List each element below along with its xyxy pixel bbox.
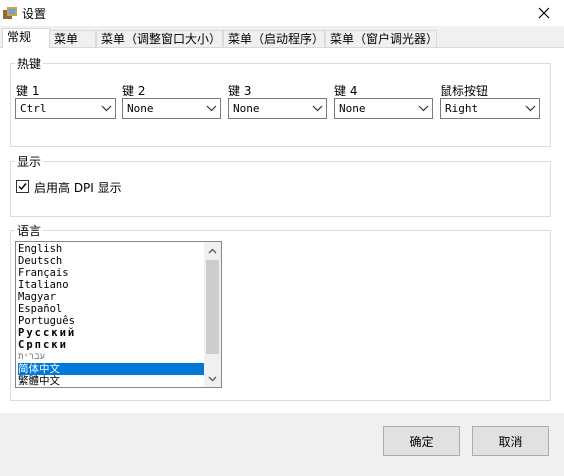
list-item-selected[interactable]: 简体中文 — [18, 363, 204, 375]
hotkeys-group-label: 热键 — [15, 55, 44, 72]
key1-label: 键 1 — [16, 84, 40, 98]
window-title: 设置 — [22, 7, 47, 21]
list-item[interactable]: Русский — [18, 327, 204, 339]
key1-value: Ctrl — [20, 102, 47, 115]
key2-value: None — [127, 102, 154, 115]
language-group-label: 语言 — [15, 222, 44, 239]
list-item[interactable]: Português — [18, 315, 204, 327]
list-item[interactable]: Magyar — [18, 291, 204, 303]
mouse-button-value: Right — [445, 102, 479, 115]
tab-menu-resize[interactable]: 菜单（调整窗口大小） — [96, 30, 223, 47]
tab-general[interactable]: 常规 — [2, 28, 50, 48]
ok-button[interactable]: 确定 — [383, 426, 460, 456]
list-item[interactable]: 繁體中文 — [18, 375, 204, 387]
chevron-down-icon — [206, 105, 217, 112]
key2-label: 键 2 — [122, 84, 146, 98]
settings-app-icon — [3, 7, 17, 19]
key1-select[interactable]: Ctrl — [15, 98, 116, 119]
key3-value: None — [233, 102, 260, 115]
tab-menu-dimmer[interactable]: 菜单（窗户调光器） — [325, 30, 438, 47]
listbox-scrollbar[interactable] — [204, 242, 221, 387]
high-dpi-checkbox[interactable] — [16, 180, 29, 193]
list-item[interactable]: Српски — [18, 339, 204, 351]
scroll-up-button[interactable] — [204, 242, 221, 259]
key4-select[interactable]: None — [334, 98, 433, 119]
close-button[interactable] — [524, 0, 564, 26]
key4-value: None — [339, 102, 366, 115]
list-item[interactable]: עברית — [18, 351, 204, 363]
tab-menu-launcher[interactable]: 菜单（启动程序） — [223, 30, 325, 47]
scroll-down-button[interactable] — [204, 370, 221, 387]
checkmark-icon — [18, 183, 27, 191]
display-group-label: 显示 — [15, 153, 44, 170]
chevron-down-icon — [525, 105, 536, 112]
key3-select[interactable]: None — [228, 98, 327, 119]
list-item[interactable]: Français — [18, 267, 204, 279]
close-icon — [538, 7, 550, 19]
chevron-down-icon — [101, 105, 112, 112]
scroll-thumb[interactable] — [206, 260, 219, 354]
high-dpi-label: 启用高 DPI 显示 — [34, 181, 122, 195]
list-item[interactable]: Deutsch — [18, 255, 204, 267]
language-listbox[interactable]: English Deutsch Français Italiano Magyar… — [15, 241, 222, 388]
key4-label: 键 4 — [334, 84, 358, 98]
tab-bar: 常规 菜单 菜单（调整窗口大小） 菜单（启动程序） 菜单（窗户调光器） — [0, 28, 564, 48]
mouse-button-label: 鼠标按钮 — [440, 84, 489, 98]
tab-menu[interactable]: 菜单 — [49, 30, 96, 47]
list-item[interactable]: English — [18, 243, 204, 255]
chevron-up-icon — [208, 248, 217, 253]
chevron-down-icon — [312, 105, 323, 112]
key3-label: 键 3 — [228, 84, 252, 98]
chevron-down-icon — [208, 376, 217, 381]
cancel-button[interactable]: 取消 — [472, 426, 549, 456]
chevron-down-icon — [418, 105, 429, 112]
title-bar: 设置 — [0, 0, 564, 26]
list-item[interactable]: Español — [18, 303, 204, 315]
mouse-button-select[interactable]: Right — [440, 98, 540, 119]
list-item[interactable]: Italiano — [18, 279, 204, 291]
key2-select[interactable]: None — [122, 98, 221, 119]
